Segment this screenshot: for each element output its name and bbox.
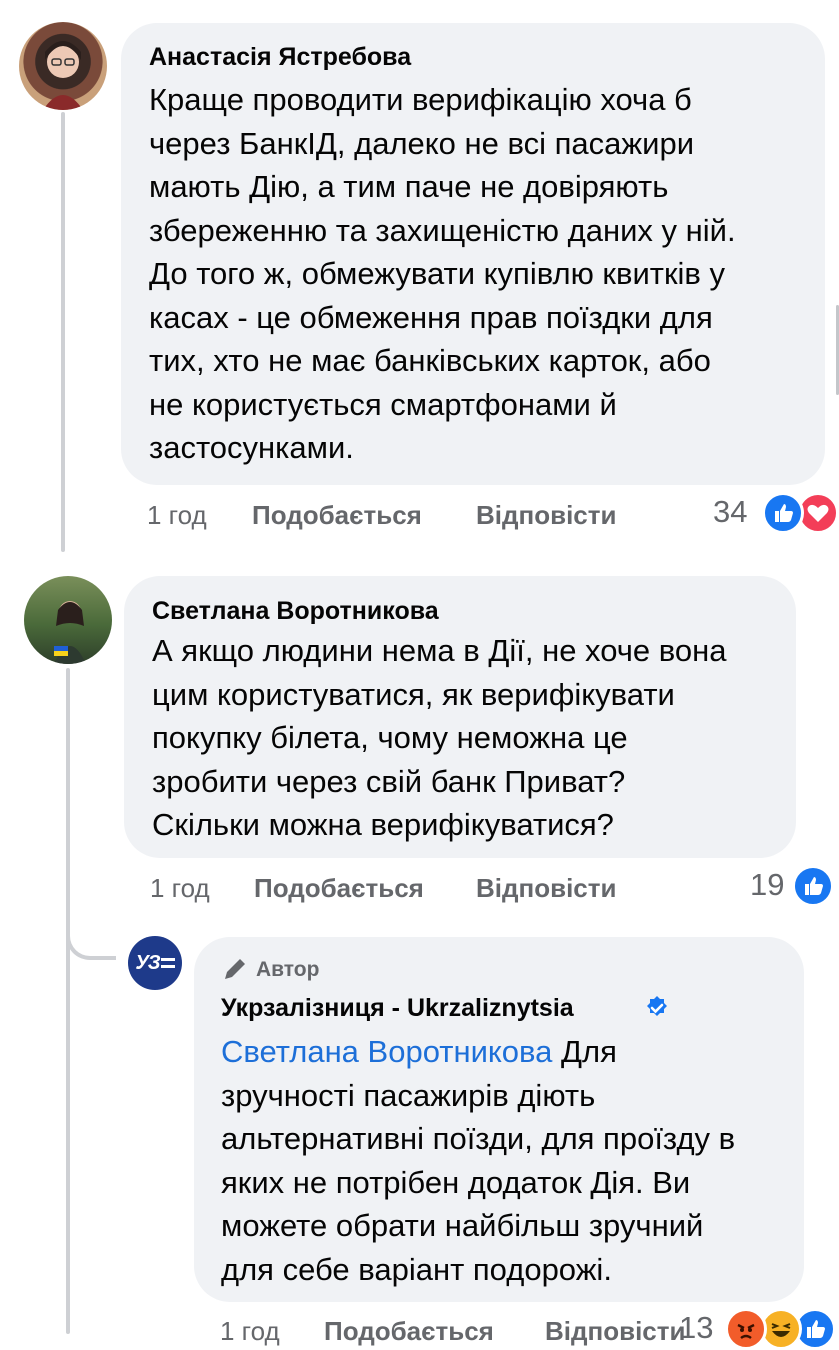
text-line: застосунками. bbox=[149, 430, 354, 465]
text-line: мають Дію, а тим паче не довіряють bbox=[149, 169, 669, 204]
reply-reply-button[interactable]: Відповісти bbox=[545, 1316, 685, 1347]
reply-like-button[interactable]: Подобається bbox=[324, 1316, 494, 1347]
text-line: Краще проводити верифікацію хоча б bbox=[149, 82, 692, 117]
reply-time[interactable]: 1 год bbox=[220, 1316, 280, 1347]
reaction-count-2[interactable]: 19 bbox=[750, 867, 784, 903]
uz-logo-stripes-icon bbox=[160, 958, 175, 968]
comment-time-1[interactable]: 1 год bbox=[147, 500, 207, 531]
comment-text-1: Краще проводити верифікацію хоча б через… bbox=[149, 78, 736, 470]
text-line: До того ж, обмежувати купівлю квитків у bbox=[149, 256, 726, 291]
reply-author[interactable]: Укрзалізниця - Ukrzaliznytsia bbox=[221, 994, 574, 1023]
avatar-svetlana[interactable] bbox=[24, 576, 112, 664]
comment-author-1[interactable]: Анастасія Ястребова bbox=[149, 43, 411, 72]
text-line: через БанкІД, далеко не всі пасажири bbox=[149, 125, 695, 161]
text-line: А якщо людини нема в Дії, не хоче вона bbox=[152, 633, 727, 668]
text-line: альтернативні поїзди, для проїзду в bbox=[221, 1121, 736, 1156]
author-badge: Автор bbox=[256, 958, 320, 981]
comment-text-2: А якщо людини нема в Дії, не хоче вона ц… bbox=[152, 629, 727, 847]
text-line: для себе варіант подорожі. bbox=[221, 1251, 612, 1287]
text-line: зручності пасажирів діють bbox=[221, 1077, 596, 1113]
text-line: зробити через свій банк Приват? bbox=[152, 763, 626, 799]
uz-logo-text: УЗ bbox=[135, 951, 160, 974]
avatar-ukrzaliznytsia[interactable]: УЗ bbox=[128, 936, 182, 990]
like-button-1[interactable]: Подобається bbox=[252, 500, 422, 531]
text-line: тих, хто не має банківських карток, або bbox=[149, 343, 711, 378]
avatar-anastasia[interactable] bbox=[19, 22, 107, 110]
like-button-2[interactable]: Подобається bbox=[254, 873, 424, 904]
text-line: можете обрати найбільш зручний bbox=[221, 1208, 704, 1243]
reply-button-1[interactable]: Відповісти bbox=[476, 500, 616, 531]
reaction-count-1[interactable]: 34 bbox=[713, 494, 747, 530]
like-icon bbox=[762, 492, 804, 534]
reply-text: Светлана Воротникова Для зручності пасаж… bbox=[221, 1030, 735, 1291]
comment-time-2[interactable]: 1 год bbox=[150, 873, 210, 904]
comment-author-2[interactable]: Светлана Воротникова bbox=[152, 597, 439, 626]
text-line: цим користуватися, як верифікувати bbox=[152, 676, 675, 712]
text-fragment: Для bbox=[552, 1034, 617, 1069]
text-line: покупку білета, чому неможна це bbox=[152, 720, 628, 755]
text-line: яких не потрібен додаток Дія. Ви bbox=[221, 1164, 691, 1200]
text-line: не користується смартфонами й bbox=[149, 386, 617, 422]
reaction-count-3[interactable]: 13 bbox=[679, 1310, 713, 1346]
avatar-portrait-icon bbox=[43, 41, 83, 110]
thread-line-2 bbox=[66, 668, 70, 1334]
angry-icon bbox=[725, 1308, 767, 1350]
text-line: касах - це обмеження прав поїздки для bbox=[149, 299, 713, 335]
pencil-icon bbox=[225, 959, 245, 979]
reply-connector bbox=[66, 880, 116, 960]
like-icon bbox=[792, 865, 834, 907]
thread-line-1 bbox=[61, 112, 65, 552]
verified-badge-icon bbox=[647, 996, 667, 1016]
mention-link[interactable]: Светлана Воротникова bbox=[221, 1034, 552, 1069]
text-line: Светлана Воротникова Для bbox=[221, 1030, 735, 1074]
text-line: збереженню та захищеністю даних у ній. bbox=[149, 212, 736, 248]
reply-button-2[interactable]: Відповісти bbox=[476, 873, 616, 904]
avatar-portrait-icon bbox=[54, 601, 86, 664]
text-line: Скільки можна верифікуватися? bbox=[152, 807, 614, 842]
